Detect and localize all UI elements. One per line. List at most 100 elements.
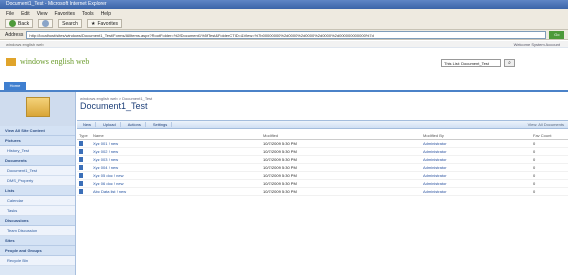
type-cell (77, 139, 91, 148)
favorites-button[interactable]: ★ Favorites (86, 19, 123, 28)
tab-home[interactable]: Home (4, 82, 26, 90)
menu-bar: File Edit View Favorites Tools Help (0, 9, 568, 18)
back-arrow-icon (9, 20, 16, 27)
modified-by-link[interactable]: Administrator (421, 187, 531, 196)
ql-section-sites[interactable]: Sites (0, 236, 75, 246)
modified-by-link[interactable]: Administrator (421, 139, 531, 148)
table-row: Xyz 002 ! new 10/7/2009 5:30 PM Administ… (77, 147, 568, 156)
ql-item-calendar[interactable]: Calendar (0, 196, 75, 206)
ql-section-discussions[interactable]: Discussions (0, 216, 75, 226)
site-breadcrumb-top[interactable]: windows english web (6, 42, 44, 47)
settings-menu[interactable]: Settings (149, 122, 173, 127)
ql-item-tasks[interactable]: Tasks (0, 206, 75, 216)
modified-date: 10/7/2009 5:30 PM (261, 171, 421, 180)
doc-name-link[interactable]: Xyz 001 ! new (91, 139, 261, 148)
welcome-menu[interactable]: Welcome System Account (514, 41, 560, 48)
count-value: 0 (531, 147, 568, 156)
search-button[interactable]: Search (58, 19, 82, 28)
modified-date: 10/7/2009 5:30 PM (261, 179, 421, 188)
ql-view-all[interactable]: View All Site Content (0, 126, 75, 136)
search-scope-input[interactable]: This List: Document_Test (441, 59, 501, 67)
document-icon (79, 140, 83, 146)
table-header-row: Type Name Modified Modified By Fav Count (77, 132, 568, 140)
ql-item-team-discussion[interactable]: Team Discussion (0, 226, 75, 236)
count-value: 0 (531, 139, 568, 148)
favorites-star-icon: ★ (90, 20, 96, 27)
ql-item-recycle-bin[interactable]: Recycle Bin (0, 256, 75, 266)
document-icon (79, 180, 83, 186)
view-selector[interactable]: View: All Documents (528, 122, 564, 127)
menu-favorites[interactable]: Favorites (54, 11, 75, 17)
doc-name-link[interactable]: Abc Data list ! new (91, 187, 261, 196)
menu-tools[interactable]: Tools (82, 11, 94, 17)
ql-section-pictures[interactable]: Pictures (0, 136, 75, 146)
favorites-label: Favorites (97, 20, 119, 27)
doc-name-link[interactable]: Xyz 06 doc ! new (91, 179, 261, 188)
modified-by-link[interactable]: Administrator (421, 171, 531, 180)
count-value: 0 (531, 187, 568, 196)
doc-name-link[interactable]: Xyz 002 ! new (91, 147, 261, 156)
forward-arrow-icon (42, 20, 50, 27)
type-cell (77, 155, 91, 164)
ql-section-documents[interactable]: Documents (0, 156, 75, 166)
document-icon (79, 164, 83, 170)
col-modified[interactable]: Modified (261, 132, 421, 140)
modified-by-link[interactable]: Administrator (421, 155, 531, 164)
document-icon (79, 188, 83, 194)
document-icon (79, 148, 83, 154)
doc-name-link[interactable]: Xyz 004 ! new (91, 163, 261, 172)
new-menu[interactable]: New (79, 122, 97, 127)
table-row: Abc Data list ! new 10/7/2009 5:30 PM Ad… (77, 187, 568, 196)
type-cell (77, 179, 91, 188)
modified-date: 10/7/2009 5:30 PM (261, 163, 421, 172)
ql-item-history[interactable]: History_Test (0, 146, 75, 156)
col-count[interactable]: Fav Count (531, 132, 568, 140)
document-icon (79, 156, 83, 162)
address-input[interactable]: http://localhost/sites/windows/Document1… (26, 30, 547, 39)
modified-date: 10/7/2009 5:30 PM (261, 147, 421, 156)
forward-button[interactable] (38, 19, 54, 28)
site-top-strip: windows english web Welcome System Accou… (0, 41, 568, 48)
window-title: Document1_Test - Microsoft Internet Expl… (0, 0, 568, 9)
col-name[interactable]: Name (91, 132, 261, 140)
col-modified-by[interactable]: Modified By (421, 132, 531, 140)
site-header: windows english web This List: Document_… (0, 48, 568, 78)
search-label: Search (62, 20, 78, 27)
browser-toolbar: Back Search ★ Favorites (0, 18, 568, 30)
doc-name-link[interactable]: Xyz 05 doc ! new (91, 171, 261, 180)
ql-section-people[interactable]: People and Groups (0, 246, 75, 256)
main-content: windows english web > Document1_Test Doc… (77, 92, 568, 275)
menu-edit[interactable]: Edit (21, 11, 30, 17)
site-logo-icon (6, 58, 16, 66)
list-toolbar: New Upload Actions Settings View: All Do… (77, 120, 568, 129)
go-button[interactable]: Go (549, 30, 565, 39)
table-row: Xyz 001 ! new 10/7/2009 5:30 PM Administ… (77, 139, 568, 148)
site-title[interactable]: windows english web (20, 57, 89, 66)
search-go-icon[interactable]: ⌕ (504, 59, 515, 67)
upload-menu[interactable]: Upload (99, 122, 121, 127)
page-title: Document1_Test (80, 101, 148, 111)
address-bar: Address http://localhost/sites/windows/D… (0, 30, 568, 40)
table-row: Xyz 003 ! new 10/7/2009 5:30 PM Administ… (77, 155, 568, 164)
ql-item-document1[interactable]: Document1_Test (0, 166, 75, 176)
type-cell (77, 171, 91, 180)
type-cell (77, 147, 91, 156)
document-table: Type Name Modified Modified By Fav Count… (77, 132, 568, 196)
menu-help[interactable]: Help (101, 11, 111, 17)
modified-by-link[interactable]: Administrator (421, 163, 531, 172)
col-type[interactable]: Type (77, 132, 91, 140)
menu-file[interactable]: File (6, 11, 14, 17)
type-cell (77, 187, 91, 196)
ql-section-lists[interactable]: Lists (0, 186, 75, 196)
document-library-icon (26, 97, 50, 117)
modified-by-link[interactable]: Administrator (421, 179, 531, 188)
modified-by-link[interactable]: Administrator (421, 147, 531, 156)
quick-launch: View All Site Content Pictures History_T… (0, 92, 76, 275)
actions-menu[interactable]: Actions (124, 122, 146, 127)
address-label: Address (5, 31, 24, 38)
menu-view[interactable]: View (37, 11, 48, 17)
ql-item-dms[interactable]: DMS_Property (0, 176, 75, 186)
back-button[interactable]: Back (5, 19, 34, 28)
doc-name-link[interactable]: Xyz 003 ! new (91, 155, 261, 164)
document-icon (79, 172, 83, 178)
